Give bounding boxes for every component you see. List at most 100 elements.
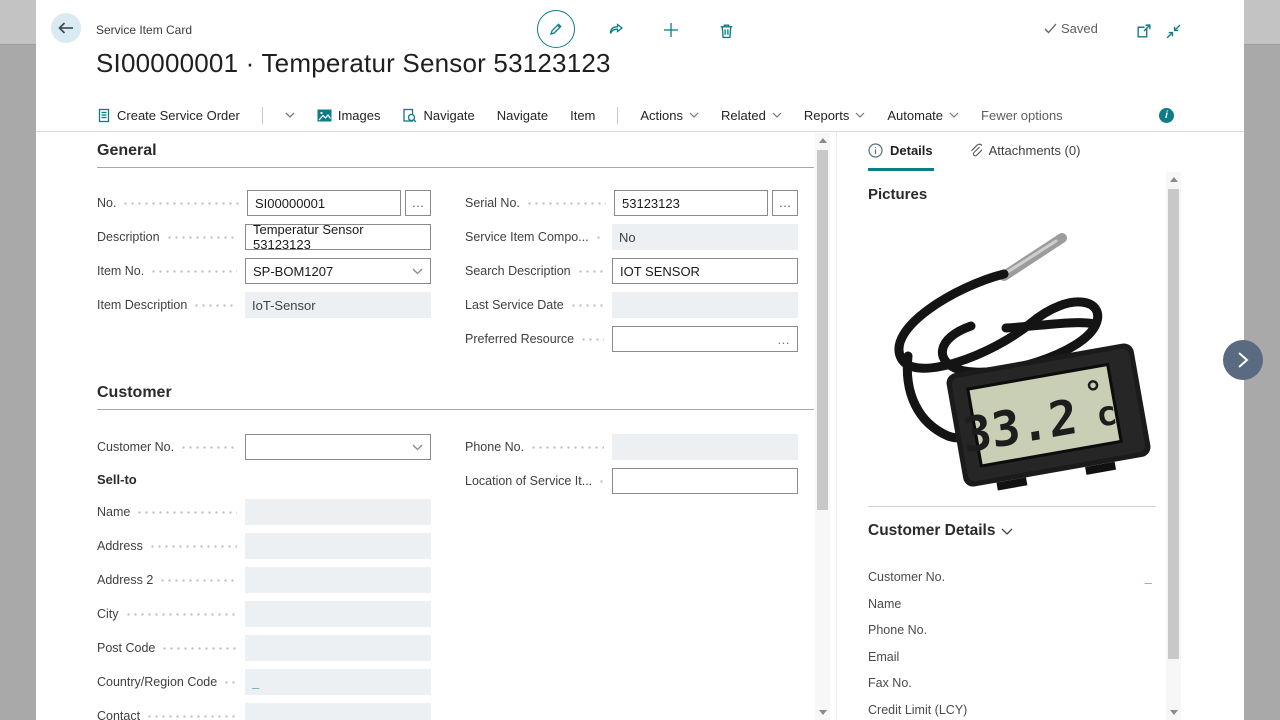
country-region-code-label: Country/Region Code: [97, 675, 217, 689]
automate-label: Automate: [887, 108, 943, 123]
dotted-leader: [193, 304, 237, 307]
plus-icon: [662, 21, 680, 39]
detail-customer-no[interactable]: Customer No. _: [868, 564, 1156, 591]
customer-no-dropdown[interactable]: [245, 434, 431, 460]
chevron-down-icon: [1001, 528, 1013, 535]
next-record-button[interactable]: [1223, 340, 1263, 380]
detail-name[interactable]: Name: [868, 591, 1156, 618]
service-item-components-value: No: [612, 224, 798, 250]
delete-button[interactable]: [713, 17, 739, 43]
dotted-leader: [149, 545, 237, 548]
pencil-icon: [548, 21, 564, 37]
detail-email-label: Email: [868, 650, 899, 664]
no-input[interactable]: SI00000001: [247, 190, 401, 216]
active-tab-underline: [868, 168, 934, 171]
chevron-down-icon: [412, 268, 423, 275]
general-right-column: Serial No. 53123123 … Service Item Compo…: [465, 186, 798, 356]
field-location-of-service-item: Location of Service It...: [465, 464, 798, 498]
detail-email[interactable]: Email: [868, 644, 1156, 671]
open-in-window-button[interactable]: [1130, 18, 1156, 44]
tab-attachments[interactable]: Attachments (0): [969, 143, 1081, 158]
collapse-button[interactable]: [1160, 18, 1186, 44]
navigate2-label: Navigate: [497, 108, 548, 123]
detail-fax-no[interactable]: Fax No.: [868, 670, 1156, 697]
edit-button[interactable]: [537, 10, 575, 48]
main-scrollbar[interactable]: [815, 133, 830, 720]
field-customer-no: Customer No.: [97, 430, 431, 464]
item-no-value: SP-BOM1207: [253, 264, 333, 279]
factbox-panel: Details Attachments (0) Pictures: [836, 132, 1166, 720]
dotted-leader: [122, 202, 239, 205]
item-menu-button[interactable]: Item: [570, 108, 595, 123]
general-section-title[interactable]: General: [97, 142, 814, 168]
dotted-leader: [530, 446, 604, 449]
detail-phone-no[interactable]: Phone No.: [868, 617, 1156, 644]
scroll-down-arrow[interactable]: [819, 710, 827, 715]
customer-details-header[interactable]: Customer Details: [868, 522, 1013, 540]
serial-no-input[interactable]: 53123123: [614, 190, 768, 216]
reports-menu-button[interactable]: Reports: [804, 108, 866, 123]
detail-phone-no-label: Phone No.: [868, 623, 927, 637]
dotted-leader: [580, 338, 604, 341]
field-no: No. SI00000001 …: [97, 186, 431, 220]
field-post-code: Post Code: [97, 631, 431, 665]
actions-menu-button[interactable]: Actions: [640, 108, 699, 123]
save-status: Saved: [1044, 21, 1098, 36]
factbox-scrollbar[interactable]: [1166, 172, 1181, 720]
detail-customer-no-label: Customer No.: [868, 570, 945, 584]
customer-section-title[interactable]: Customer: [97, 384, 814, 410]
preferred-resource-input[interactable]: …: [612, 326, 798, 352]
thermometer-photo[interactable]: 33.2 c: [856, 208, 1156, 493]
customer-no-label: Customer No.: [97, 440, 174, 454]
item-description-label: Item Description: [97, 298, 187, 312]
new-button[interactable]: [658, 17, 684, 43]
no-label: No.: [97, 196, 116, 210]
navigate-menu-button[interactable]: Navigate: [497, 108, 548, 123]
back-button[interactable]: [51, 13, 81, 43]
detail-name-label: Name: [868, 597, 901, 611]
info-circle-icon: [868, 143, 883, 158]
customer-right-column: Phone No. Location of Service It...: [465, 430, 798, 498]
navigate-find-button[interactable]: Navigate: [402, 108, 474, 123]
action-bar: Create Service Order Images Navigate Nav…: [36, 99, 1244, 132]
customer-left-column: Customer No. Sell-to Name Address: [97, 430, 431, 720]
dotted-leader: [570, 304, 604, 307]
detail-credit-limit[interactable]: Credit Limit (LCY): [868, 697, 1156, 720]
location-of-service-item-input[interactable]: [612, 468, 798, 494]
back-arrow-icon: [58, 22, 74, 34]
ribbon-divider: [617, 107, 618, 124]
preferred-resource-assist-button[interactable]: …: [777, 332, 790, 347]
address-2-label: Address 2: [97, 573, 153, 587]
dotted-leader: [166, 236, 237, 239]
main-scrollbar-thumb[interactable]: [817, 150, 828, 510]
saved-label: Saved: [1061, 21, 1098, 36]
tab-details[interactable]: Details: [868, 143, 933, 158]
country-region-code-value[interactable]: _: [245, 669, 431, 695]
item-no-dropdown[interactable]: SP-BOM1207: [245, 258, 431, 284]
serial-no-assist-button[interactable]: …: [772, 190, 798, 216]
automate-menu-button[interactable]: Automate: [887, 108, 959, 123]
detail-customer-no-value[interactable]: _: [1145, 570, 1152, 585]
dotted-leader: [595, 236, 604, 239]
scroll-up-arrow[interactable]: [1170, 177, 1178, 182]
field-address-2: Address 2: [97, 563, 431, 597]
scroll-down-arrow[interactable]: [1170, 710, 1178, 715]
create-service-order-button[interactable]: Create Service Order: [97, 108, 240, 123]
related-menu-button[interactable]: Related: [721, 108, 782, 123]
check-icon: [1044, 23, 1057, 34]
images-button[interactable]: Images: [317, 108, 381, 123]
dotted-leader: [159, 579, 237, 582]
more-new-actions-button[interactable]: [285, 112, 295, 118]
description-input[interactable]: Temperatur Sensor 53123123: [245, 224, 431, 250]
factbox-scrollbar-thumb[interactable]: [1168, 189, 1179, 659]
share-button[interactable]: [603, 17, 629, 43]
search-description-input[interactable]: IOT SENSOR: [612, 258, 798, 284]
info-icon[interactable]: i: [1159, 108, 1174, 123]
tab-attachments-label: Attachments (0): [989, 143, 1081, 158]
no-assist-button[interactable]: …: [405, 190, 431, 216]
description-label: Description: [97, 230, 160, 244]
field-last-service-date: Last Service Date: [465, 288, 798, 322]
scroll-up-arrow[interactable]: [819, 138, 827, 143]
fewer-options-button[interactable]: Fewer options: [981, 108, 1063, 123]
item-label: Item: [570, 108, 595, 123]
